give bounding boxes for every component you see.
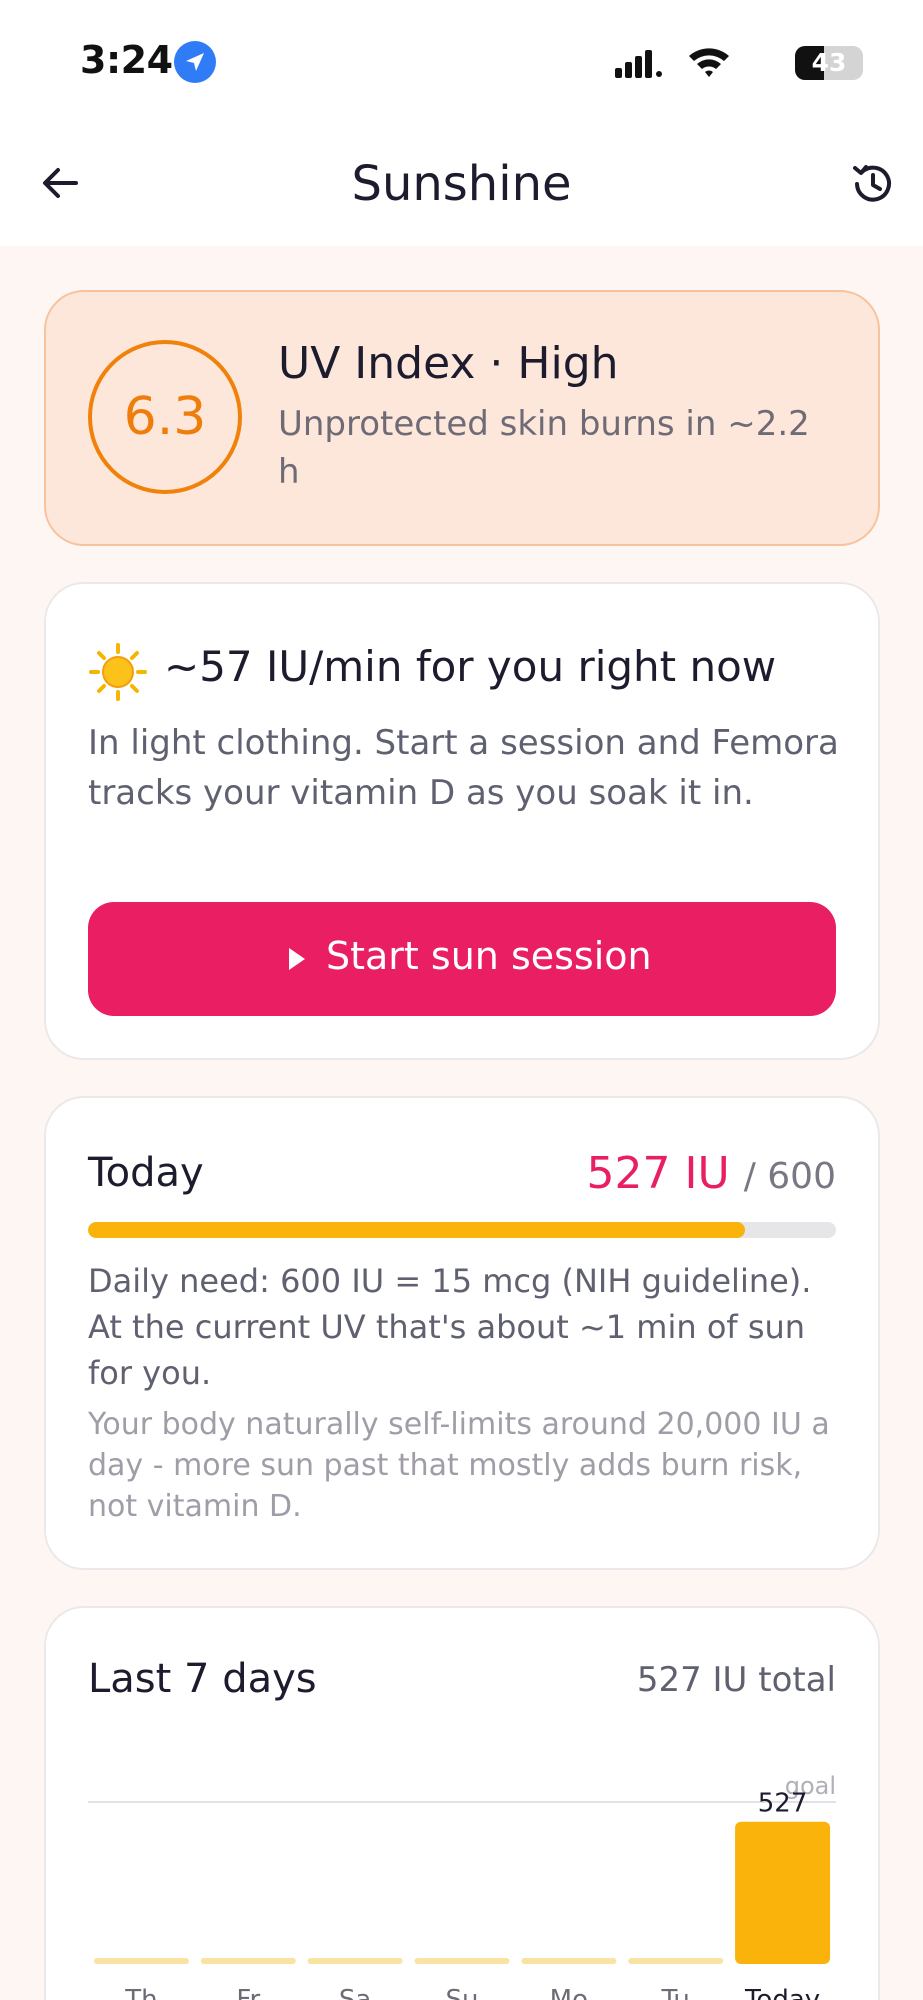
- location-arrow-icon: [174, 41, 216, 83]
- uv-index-value: 6.3: [88, 340, 242, 494]
- today-iu-value: 527 IU / 600: [587, 1148, 836, 1199]
- bar-mo: [521, 1958, 617, 1964]
- today-progress-card: Today 527 IU / 600 Daily need: 600 IU = …: [44, 1096, 880, 1570]
- day-label: Sa: [339, 1985, 371, 2000]
- bar-sa: [307, 1958, 403, 1964]
- page-title: Sunshine: [351, 156, 572, 212]
- history-clock-icon: [853, 165, 891, 202]
- bar-fr: [200, 1958, 296, 1964]
- start-sun-session-label: Start sun session: [326, 934, 652, 978]
- daily-progress-bar: [88, 1222, 836, 1238]
- battery-icon: 43: [795, 46, 863, 80]
- wifi-icon: [689, 48, 729, 77]
- uv-burn-time: Unprotected skin burns in ~2.2 h: [278, 404, 810, 492]
- status-time: 3:24: [80, 38, 173, 82]
- today-goal: / 600: [743, 1156, 836, 1197]
- week-total: 527 IU total: [636, 1660, 836, 1700]
- day-label: Th: [124, 1985, 157, 2000]
- last-7-days-card: Last 7 days 527 IU total goal Th Fr Sa Su Mo T…: [44, 1606, 880, 2000]
- bar-value-label: 527: [758, 1789, 808, 1819]
- sun-icon: [89, 643, 147, 701]
- bar-today: [735, 1821, 831, 1964]
- start-sun-session-button[interactable]: Start sun session: [88, 902, 836, 1016]
- status-bar: 3:24 43: [0, 0, 923, 120]
- day-label: Fr: [236, 1985, 260, 2000]
- rate-description: In light clothing. Start a session and F…: [88, 723, 839, 813]
- daily-progress-fill: [88, 1222, 745, 1238]
- bar-su: [414, 1958, 510, 1964]
- play-icon: [289, 948, 305, 970]
- bar-th: [93, 1958, 189, 1964]
- day-label: Su: [446, 1985, 479, 2000]
- self-limit-note: Your body naturally self-limits around 2…: [88, 1407, 830, 1524]
- week-title: Last 7 days: [88, 1656, 317, 1702]
- day-label: Tu: [661, 1985, 690, 2000]
- cellular-signal-icon: [615, 50, 662, 78]
- vitamin-d-rate: ~57 IU/min for you right now: [164, 642, 777, 691]
- today-label: Today: [88, 1150, 204, 1196]
- top-nav: Sunshine: [0, 120, 923, 246]
- uv-index-title: UV Index · High: [278, 338, 619, 389]
- daily-need-text: Daily need: 600 IU = 15 mcg (NIH guideli…: [88, 1262, 812, 1392]
- battery-percent: 43: [811, 48, 847, 77]
- day-label: Today: [744, 1985, 820, 2000]
- today-iu: 527 IU: [586, 1148, 730, 1199]
- vitamin-d-rate-card: ~57 IU/min for you right now In light cl…: [44, 582, 880, 1060]
- day-label: Mo: [550, 1985, 588, 2000]
- uv-index-card: 6.3 UV Index · High Unprotected skin bur…: [44, 290, 880, 546]
- bar-tu: [628, 1958, 724, 1964]
- weekly-bar-chart: goalTh Fr Sa Su Mo Tu527Today: [88, 1772, 836, 2000]
- history-button[interactable]: [847, 158, 899, 210]
